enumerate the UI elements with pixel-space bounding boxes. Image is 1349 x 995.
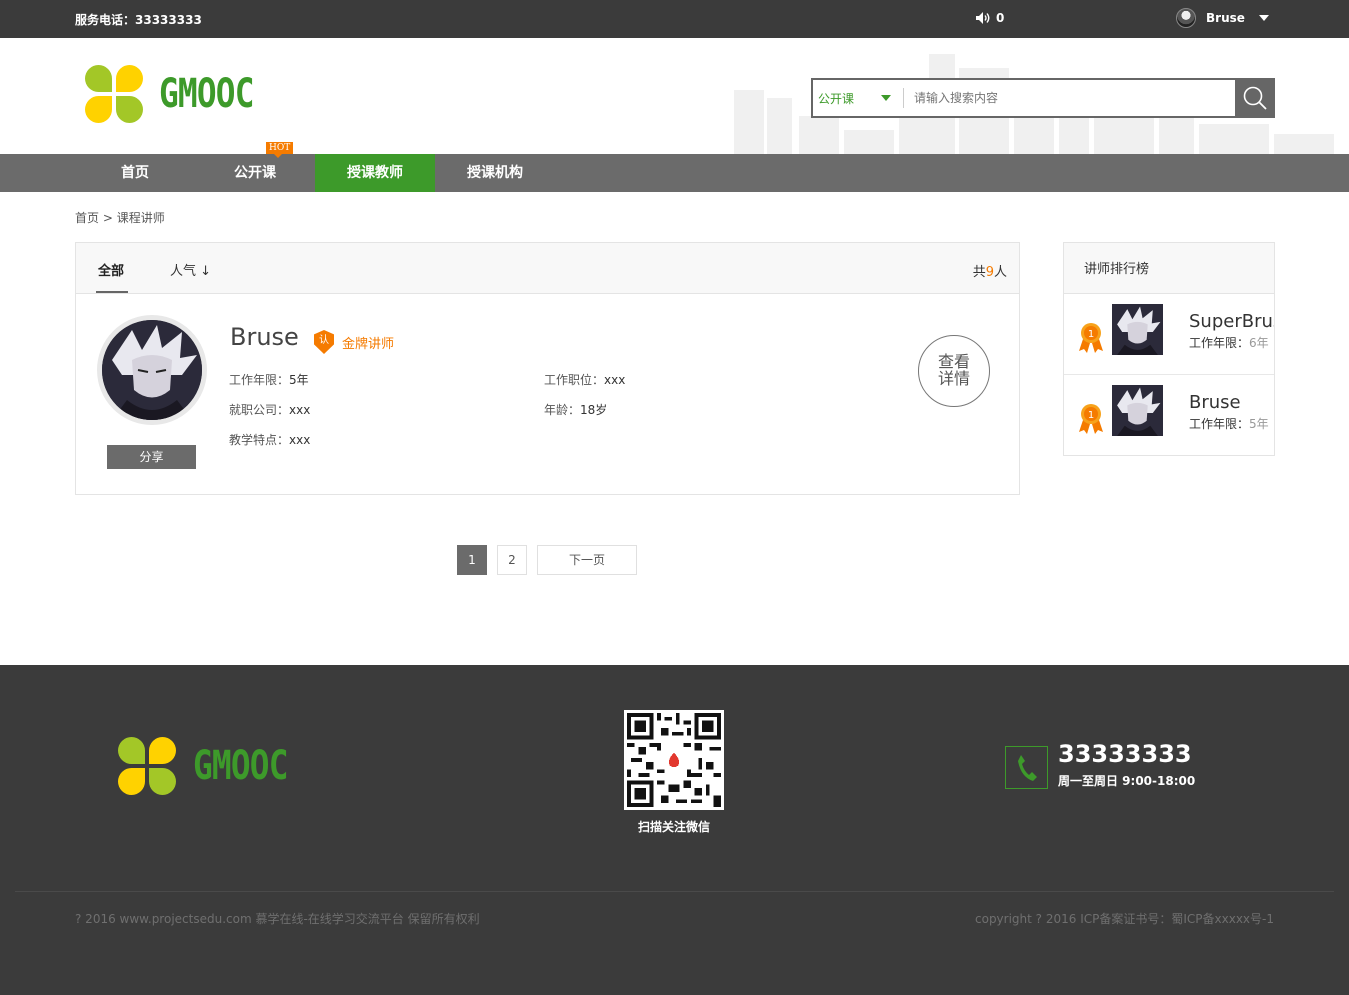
ranking-title: 讲师排行榜 xyxy=(1064,243,1274,294)
ranking-years: 工作年限：5年 xyxy=(1189,417,1269,431)
breadcrumb-current: 课程讲师 xyxy=(116,211,165,225)
medal-icon: 1 xyxy=(1079,404,1103,434)
sort-tabs: 全部 人气 ↓ 共9人 xyxy=(76,243,1019,294)
search-button[interactable] xyxy=(1235,78,1275,118)
ranking-name[interactable]: SuperBruse xyxy=(1189,311,1274,332)
username: Bruse xyxy=(1206,11,1245,25)
nav-item-home[interactable]: 首页 xyxy=(75,154,195,192)
phone-icon xyxy=(1005,746,1048,789)
ranking-item[interactable]: 1 SuperBruse 工作年限：6年 xyxy=(1064,294,1274,375)
ranking-avatar xyxy=(1112,385,1163,436)
field-age: 年龄：18岁 xyxy=(544,403,608,417)
tab-all[interactable]: 全部 xyxy=(95,260,129,293)
nav-item-teachers[interactable]: 授课教师 xyxy=(315,154,435,192)
message-count: 0 xyxy=(996,11,1005,25)
logo-mark xyxy=(85,65,143,123)
gold-teacher-badge: 认 金牌讲师 xyxy=(314,330,394,354)
field-company: 就职公司：xxx xyxy=(229,403,311,417)
breadcrumb-separator: > xyxy=(102,211,113,225)
teacher-count: 共9人 xyxy=(972,265,1007,280)
svg-text:1: 1 xyxy=(1088,410,1094,421)
svg-text:1: 1 xyxy=(1088,329,1094,340)
footer-logo[interactable]: GMOOC xyxy=(118,737,308,795)
user-menu[interactable]: Bruse xyxy=(1176,8,1269,28)
qr-code xyxy=(624,710,724,810)
teacher-avatar[interactable] xyxy=(97,315,207,425)
search-category-label: 公开课 xyxy=(818,91,855,106)
footer-phone: 33333333 xyxy=(1058,740,1192,768)
next-page-button[interactable]: 下一页 xyxy=(537,545,637,575)
site-logo[interactable]: GMOOC xyxy=(85,65,274,123)
logo-text: GMOOC xyxy=(193,743,288,789)
badge-label: 金牌讲师 xyxy=(342,336,395,352)
logo-mark xyxy=(118,737,176,795)
view-detail-button[interactable]: 查看 详情 xyxy=(918,335,990,407)
footer-divider xyxy=(15,891,1334,892)
teacher-list-panel: 全部 人气 ↓ 共9人 分享 Bruse 认 金牌讲师 工作年限：5年 工作职位… xyxy=(75,242,1020,495)
teacher-name[interactable]: Bruse xyxy=(230,323,299,351)
ranking-item[interactable]: 1 Bruse 工作年限：5年 xyxy=(1064,375,1274,455)
field-position: 工作职位：xxx xyxy=(544,373,626,387)
user-avatar xyxy=(1176,8,1196,28)
caret-down-icon xyxy=(1258,15,1269,21)
ranking-name[interactable]: Bruse xyxy=(1189,392,1241,413)
medal-icon: 1 xyxy=(1079,323,1103,353)
service-phone: 服务电话：33333333 xyxy=(75,13,202,27)
ranking-avatar xyxy=(1112,304,1163,355)
page-2[interactable]: 2 xyxy=(497,545,527,575)
search-icon xyxy=(1243,86,1267,110)
volume-icon xyxy=(976,12,990,24)
field-teaching-feature: 教学特点：xxx xyxy=(229,433,311,447)
message-notice[interactable]: 0 xyxy=(975,11,1004,25)
nav-item-courses[interactable]: 公开课 xyxy=(195,154,315,192)
shield-badge-icon: 认 xyxy=(314,330,334,354)
breadcrumb-home[interactable]: 首页 xyxy=(75,211,99,225)
search-input[interactable] xyxy=(904,91,1235,105)
qr-caption: 扫描关注微信 xyxy=(637,820,710,834)
pagination: 1 2 下一页 xyxy=(457,545,637,575)
copyright-right: copyright ? 2016 ICP备案证书号：蜀ICP备xxxxx号-1 xyxy=(975,912,1274,926)
main-nav: 首页 公开课 授课教师 授课机构 xyxy=(0,154,1349,192)
logo-text: GMOOC xyxy=(159,71,254,117)
footer: GMOOC 扫描关注微信 33333333 周一至周日 9:00-18:00 ?… xyxy=(0,665,1349,995)
breadcrumb: 首页 > 课程讲师 xyxy=(75,209,165,226)
copyright-left: ? 2016 www.projectsedu.com 慕学在线-在线学习交流平台… xyxy=(75,912,480,926)
avatar-image xyxy=(102,320,202,420)
hot-badge: HOT xyxy=(266,142,294,158)
top-bar: 服务电话：33333333 0 Bruse xyxy=(0,0,1349,38)
caret-down-icon xyxy=(881,95,891,101)
search-bar: 公开课 xyxy=(811,78,1275,118)
field-work-years: 工作年限：5年 xyxy=(229,373,309,387)
ranking-years: 工作年限：6年 xyxy=(1189,336,1269,350)
share-button[interactable]: 分享 xyxy=(107,445,196,469)
teacher-ranking: 讲师排行榜 1 SuperBruse 工作年限：6年 1 Bruse 工作年限：… xyxy=(1063,242,1275,456)
tab-popularity[interactable]: 人气 ↓ xyxy=(170,260,211,279)
page-1[interactable]: 1 xyxy=(457,545,487,575)
header: GMOOC 公开课 xyxy=(0,38,1349,154)
nav-item-orgs[interactable]: 授课机构 xyxy=(435,154,555,192)
footer-hours: 周一至周日 9:00-18:00 xyxy=(1058,774,1196,788)
search-category-select[interactable]: 公开课 xyxy=(813,90,903,107)
